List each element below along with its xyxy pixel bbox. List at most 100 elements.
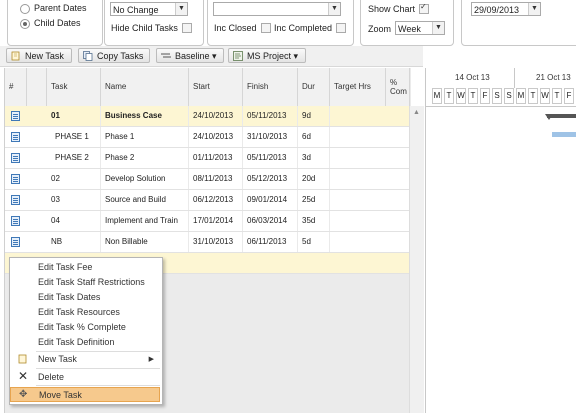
ms-project-button[interactable]: MS Project ▾ <box>228 48 306 63</box>
child-dates-option[interactable]: Child Dates <box>20 18 81 29</box>
task-code: PHASE 2 <box>47 148 101 168</box>
task-finish: 05/11/2013 <box>243 148 298 168</box>
task-duration: 25d <box>298 190 330 210</box>
menu-item-delete[interactable]: ✕ Delete <box>10 370 160 385</box>
task-duration: 5d <box>298 232 330 252</box>
table-row[interactable]: 03 Source and Build 06/12/2013 09/01/201… <box>5 190 410 211</box>
task-edit-icon[interactable] <box>11 111 20 121</box>
menu-item-edit-task-dates[interactable]: Edit Task Dates <box>10 290 160 305</box>
parent-dates-radio[interactable] <box>20 4 30 14</box>
child-dates-radio[interactable] <box>20 19 30 29</box>
task-start: 31/10/2013 <box>189 232 243 252</box>
inc-completed-checkbox[interactable] <box>336 22 347 33</box>
blank-select[interactable]: ▼ <box>213 2 341 16</box>
menu-item-edit-task-resources[interactable]: Edit Task Resources <box>10 305 160 320</box>
task-edit-icon[interactable] <box>11 216 20 226</box>
week-label: 14 Oct 13 <box>455 73 490 82</box>
child-dates-label: Child Dates <box>34 18 81 28</box>
parent-dates-option[interactable]: Parent Dates <box>20 3 87 14</box>
hide-child-tasks-checkbox[interactable] <box>181 22 192 33</box>
inc-closed-label: Inc Closed <box>214 23 257 33</box>
show-chart-option[interactable]: Show Chart <box>368 2 430 15</box>
inc-completed-label: Inc Completed <box>274 23 333 33</box>
show-chart-label: Show Chart <box>368 4 416 14</box>
start-date-select[interactable]: 29/09/2013 ▼ <box>471 2 541 16</box>
task-duration: 9d <box>298 106 330 126</box>
menu-item-move-task[interactable]: ✥ Move Task <box>10 387 160 402</box>
day-cell: T <box>444 88 454 104</box>
context-menu: Edit Task Fee Edit Task Staff Restrictio… <box>9 257 163 405</box>
table-row[interactable]: 02 Develop Solution 08/11/2013 05/12/201… <box>5 169 410 190</box>
task-edit-icon[interactable] <box>11 153 20 163</box>
task-start: 17/01/2014 <box>189 211 243 231</box>
day-cell: W <box>456 88 466 104</box>
inc-closed-option[interactable]: Inc Closed <box>214 22 271 34</box>
task-bar[interactable] <box>552 132 576 137</box>
zoom-select[interactable]: Week ▼ <box>395 21 445 35</box>
chevron-down-icon: ▾ <box>293 51 299 61</box>
day-cell: W <box>540 88 550 104</box>
task-code: 02 <box>47 169 101 189</box>
menu-item-edit-task-fee[interactable]: Edit Task Fee <box>10 260 160 275</box>
col-name-header[interactable]: Name <box>101 68 189 106</box>
task-name: Non Billable <box>101 232 189 252</box>
grid-scrollbar[interactable]: ▲ <box>409 106 424 413</box>
task-duration: 6d <box>298 127 330 147</box>
chevron-down-icon: ▼ <box>528 3 540 15</box>
task-finish: 05/12/2013 <box>243 169 298 189</box>
ms-project-icon <box>233 51 243 61</box>
week-divider <box>514 68 515 88</box>
menu-separator <box>36 368 160 369</box>
chevron-down-icon: ▾ <box>212 51 217 61</box>
task-edit-icon[interactable] <box>11 195 20 205</box>
day-cell: M <box>516 88 526 104</box>
col-finish-header[interactable]: Finish <box>243 68 298 106</box>
baseline-button[interactable]: Baseline ▾ <box>156 48 224 63</box>
chevron-down-icon: ▼ <box>432 22 444 34</box>
table-row[interactable]: PHASE 2 Phase 2 01/11/2013 05/11/2013 3d <box>5 148 410 169</box>
chevron-down-icon: ▼ <box>328 3 340 15</box>
col-number-header[interactable]: # <box>5 68 27 106</box>
task-edit-icon[interactable] <box>11 174 20 184</box>
table-row[interactable]: NB Non Billable 31/10/2013 06/11/2013 5d <box>5 232 410 253</box>
table-row[interactable]: PHASE 1 Phase 1 24/10/2013 31/10/2013 6d <box>5 127 410 148</box>
task-edit-icon[interactable] <box>11 132 20 142</box>
table-row[interactable]: 01 Business Case 24/10/2013 05/11/2013 9… <box>5 106 410 127</box>
task-name: Phase 2 <box>101 148 189 168</box>
grid-header: # Task Name Start Finish Dur Target Hrs … <box>5 68 410 107</box>
col-start-header[interactable]: Start <box>189 68 243 106</box>
week-label: 21 Oct 13 <box>536 73 571 82</box>
task-finish: 31/10/2013 <box>243 127 298 147</box>
hide-child-tasks-option[interactable]: Hide Child Tasks <box>111 22 192 34</box>
show-chart-checkbox[interactable] <box>419 2 430 14</box>
col-task-header[interactable]: Task <box>47 68 101 106</box>
task-finish: 06/11/2013 <box>243 232 298 252</box>
task-duration: 20d <box>298 169 330 189</box>
inc-completed-option[interactable]: Inc Completed <box>274 22 347 34</box>
menu-item-label: New Task <box>38 354 77 364</box>
table-row[interactable]: 04 Implement and Train 17/01/2014 06/03/… <box>5 211 410 232</box>
new-task-button[interactable]: New Task <box>6 48 72 63</box>
task-code: 01 <box>47 106 101 126</box>
menu-item-edit-percent-complete[interactable]: Edit Task % Complete <box>10 320 160 335</box>
task-finish: 05/11/2013 <box>243 106 298 126</box>
menu-item-edit-staff-restrictions[interactable]: Edit Task Staff Restrictions <box>10 275 160 290</box>
menu-item-new-task[interactable]: New Task ▶ <box>10 352 160 367</box>
inc-closed-checkbox[interactable] <box>260 22 271 33</box>
col-percent-complete-header[interactable]: % Com <box>386 68 410 106</box>
col-target-hrs-header[interactable]: Target Hrs <box>330 68 386 106</box>
menu-item-edit-task-definition[interactable]: Edit Task Definition <box>10 335 160 350</box>
scroll-up-arrow[interactable]: ▲ <box>413 109 420 116</box>
chevron-right-icon: ▶ <box>148 356 154 363</box>
day-cell: T <box>468 88 478 104</box>
task-edit-icon[interactable] <box>11 237 20 247</box>
change-select[interactable]: No Change ▼ <box>110 2 188 16</box>
parent-dates-label: Parent Dates <box>34 3 87 13</box>
task-finish: 06/03/2014 <box>243 211 298 231</box>
col-dur-header[interactable]: Dur <box>298 68 330 106</box>
task-code: PHASE 1 <box>47 127 101 147</box>
task-name: Develop Solution <box>101 169 189 189</box>
copy-tasks-button[interactable]: Copy Tasks <box>78 48 150 63</box>
menu-item-label: Edit Task Fee <box>38 262 93 272</box>
task-start: 06/12/2013 <box>189 190 243 210</box>
